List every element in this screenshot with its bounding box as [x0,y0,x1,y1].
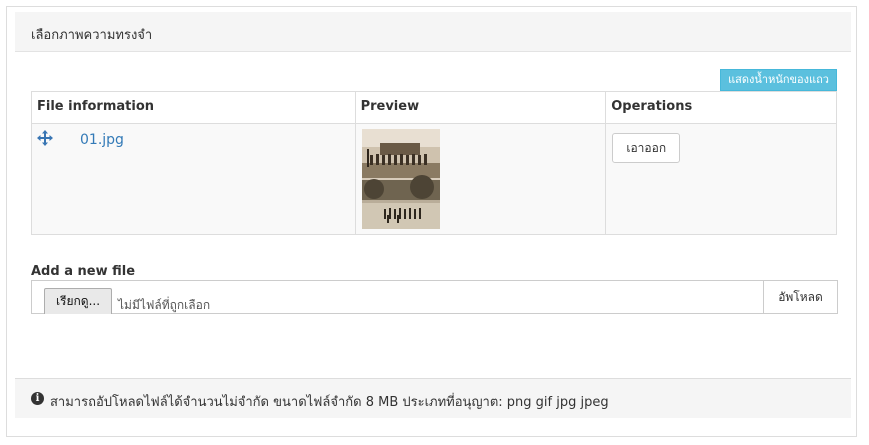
preview-cell [354,123,607,235]
header-operations: Operations [605,91,837,124]
remove-button[interactable]: เอาออก [612,133,681,163]
upload-button[interactable]: อัพโหลด [763,280,838,314]
upload-help-text: สามารถอัปโหลดไฟล์ได้จำนวนไม่จำกัด ขนาดไฟ… [50,395,609,410]
panel-footer: i สามารถอัปโหลดไฟล์ได้จำนวนไม่จำกัด ขนาด… [15,378,851,418]
browse-button[interactable]: เรียกดู... [44,288,112,314]
info-icon: i [31,392,44,405]
file-preview-thumbnail[interactable] [361,129,440,229]
file-info-cell: 01.jpg [31,123,356,235]
table-header-row: File information Preview Operations [31,91,837,124]
drag-handle-icon[interactable] [37,130,53,146]
operations-cell: เอาออก [605,123,837,235]
file-link[interactable]: 01.jpg [80,132,124,148]
no-file-selected-text: ไม่มีไฟล์ที่ถูกเลือก [118,298,211,312]
files-table: File information Preview Operations 01.j… [31,91,837,235]
panel-heading: เลือกภาพความทรงจำ [15,12,851,52]
file-upload-field: เรียกดู... ไม่มีไฟล์ที่ถูกเลือก อัพโหลด [31,280,838,314]
show-row-weights-button[interactable]: แสดงน้ำหนักของแถว [720,69,837,91]
header-file-information: File information [31,91,356,124]
table-row: 01.jpg เอาออก [31,123,837,235]
header-preview: Preview [354,91,607,124]
file-upload-panel: เลือกภาพความทรงจำ แสดงน้ำหนักของแถว File… [6,6,857,437]
add-new-file-label: Add a new file [31,264,136,279]
photo-thumbnail-image [361,129,440,229]
panel-title: เลือกภาพความทรงจำ [31,28,153,43]
